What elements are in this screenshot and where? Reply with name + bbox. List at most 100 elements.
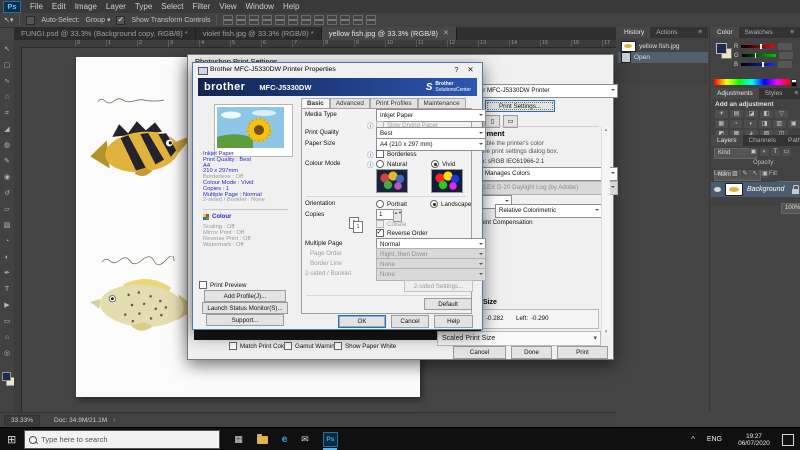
auto-select-checkbox[interactable] [26,16,35,25]
move-tool[interactable]: ↖ [1,42,14,58]
menu-item[interactable]: File [30,2,43,11]
brother-tab[interactable]: Basic [301,98,330,109]
filter-type-icon[interactable]: T [771,148,780,156]
distribute-right-icon[interactable] [327,15,337,25]
filter-adjustment-icon[interactable]: ◐ [760,148,769,156]
cancel-button[interactable]: Cancel [453,346,506,359]
menu-item[interactable]: Select [161,2,183,11]
show-paper-white-checkbox[interactable] [334,342,342,350]
menu-item[interactable]: Help [283,2,299,11]
document-tab[interactable]: FUNGI.psd @ 33.3% (Background copy, RGB/… [14,27,196,40]
levels-icon[interactable]: ▤ [730,110,743,118]
natural-radio[interactable] [376,160,384,168]
notification-center-icon[interactable] [782,434,794,446]
marquee-tool[interactable]: ▢ [1,58,14,74]
media-type-dropdown[interactable]: Inkjet Paper [376,109,486,122]
close-tab-icon[interactable]: ✕ [443,27,449,40]
magic-wand-tool[interactable]: ☆ [1,90,14,106]
auto-select-mode-dropdown[interactable]: Group ▾ [86,16,111,24]
scroll-down-icon[interactable]: ▾ [602,329,610,335]
menu-item[interactable]: Filter [193,2,211,11]
scrollbar[interactable]: ▴ ▾ [601,127,610,335]
support-button[interactable]: Support... [206,314,284,326]
blue-value-field[interactable] [778,61,792,68]
distribute-left-icon[interactable] [301,15,311,25]
brother-tab[interactable]: Maintenance [418,98,466,109]
search-box[interactable]: Type here to search [24,430,220,449]
tab-swatches[interactable]: Swatches [739,27,779,38]
filter-shape-icon[interactable]: ▭ [782,148,791,156]
curves-icon[interactable]: ◪ [745,110,758,118]
tab-styles[interactable]: Styles [759,88,789,99]
reverse-order-checkbox[interactable] [376,229,384,237]
move-tool-icon[interactable]: ↖▾ [4,16,13,24]
path-select-tool[interactable]: ▶ [1,298,14,314]
type-tool[interactable]: T [1,282,14,298]
history-brush-tool[interactable]: ↺ [1,186,14,202]
top-value[interactable]: -0.282 [486,315,504,322]
show-transform-checkbox[interactable] [116,16,125,25]
document-tab[interactable]: yellow fish.jpg @ 33.3% (RGB/8)✕ [322,27,457,40]
blur-tool[interactable]: ◔ [1,234,14,250]
tab-color[interactable]: Color [711,27,739,38]
distribute-center-icon[interactable] [314,15,324,25]
help-icon[interactable]: ? [451,65,462,75]
start-button[interactable]: ⊞ [7,433,16,446]
tab-adjustments[interactable]: Adjustments [711,88,759,99]
align-middle-icon[interactable] [275,15,285,25]
vivid-radio[interactable] [431,160,439,168]
clone-stamp-tool[interactable]: ◉ [1,170,14,186]
add-profile-button[interactable]: Add Profile(J)... [204,290,286,302]
filter-pixel-icon[interactable]: ▣ [749,148,758,156]
align-right-icon[interactable] [249,15,259,25]
eraser-tool[interactable]: ▱ [1,202,14,218]
panel-menu-icon[interactable]: ≡ [784,27,800,38]
status-chevron-icon[interactable]: › [113,417,115,424]
gamut-warning-checkbox[interactable] [284,342,292,350]
hue-saturation-icon[interactable]: ▦ [715,120,728,128]
copies-field[interactable]: 1 [376,209,394,220]
clock[interactable]: 19:2706/07/2020 [732,433,776,447]
left-value[interactable]: -0.290 [531,315,549,322]
eyedropper-tool[interactable]: ◢ [1,122,14,138]
menu-item[interactable]: Type [135,2,152,11]
document-tab[interactable]: violet fish.jpg @ 33.3% (RGB/8) *✕ [196,27,322,40]
language-indicator[interactable]: ENG [707,436,722,443]
color-handling-dropdown[interactable]: Printer Manages Colors [461,167,618,181]
duplex-dropdown[interactable]: None [376,268,486,281]
lock-transparency-icon[interactable]: ▨ [731,170,739,178]
green-value-field[interactable] [779,52,793,59]
duplex-settings-button[interactable]: 2-sided Settings... [404,280,473,292]
healing-brush-tool[interactable]: ◍ [1,138,14,154]
red-slider[interactable] [741,45,775,48]
lock-position-icon[interactable]: ↖ [751,170,759,178]
color-balance-icon[interactable]: ◔ [730,120,743,128]
align-left-icon[interactable] [223,15,233,25]
photoshop-taskbar-icon[interactable]: Ps [323,432,338,447]
pen-tool[interactable]: ✒ [1,266,14,282]
mail-icon[interactable]: ✉ [301,434,309,445]
menu-item[interactable]: Edit [52,2,66,11]
channel-mixer-icon[interactable]: ▥ [773,120,786,128]
foreground-color-swatch[interactable] [716,43,727,54]
launch-status-monitor-button[interactable]: Launch Status Monitor(S)... [202,302,288,314]
tab-paths[interactable]: Paths [782,135,800,146]
hand-tool[interactable]: ⌂ [1,330,14,346]
distribute-middle-icon[interactable] [353,15,363,25]
brother-tab[interactable]: Advanced [330,98,370,109]
history-snapshot[interactable]: yellow fish.jpg [618,41,708,52]
brightness-contrast-icon[interactable]: ☀ [715,110,728,118]
menu-item[interactable]: Window [246,2,274,11]
landscape-radio[interactable] [430,200,438,208]
edge-icon[interactable]: e [282,434,288,445]
printer-profile-dropdown[interactable]: ARRIFLEX D-20 Daylight Log (by Adobe) [461,181,618,195]
shape-tool[interactable]: ▭ [1,314,14,330]
photo-filter-icon[interactable]: ◨ [759,120,772,128]
lock-pixels-icon[interactable]: ✎ [741,170,749,178]
brother-tab[interactable]: Print Profiles [370,98,418,109]
borderless-checkbox[interactable] [376,150,384,158]
cancel-button[interactable]: Cancel [391,315,429,328]
background-layer-row[interactable]: Background [711,182,800,197]
menu-item[interactable]: View [219,2,236,11]
print-button[interactable]: Print [557,346,608,359]
